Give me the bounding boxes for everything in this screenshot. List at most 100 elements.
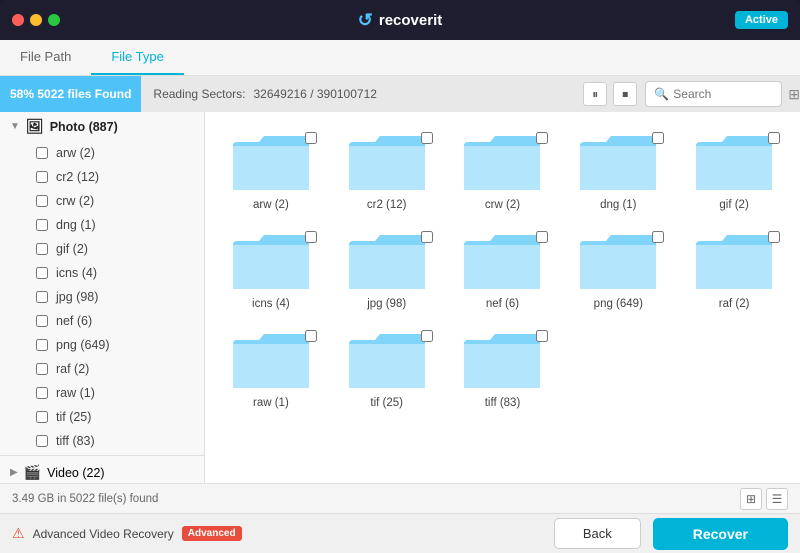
- progress-fill: 58% 5022 files Found: [0, 76, 141, 112]
- tab-file-type[interactable]: File Type: [91, 40, 184, 75]
- folder-item[interactable]: raw (1): [221, 326, 321, 409]
- folder-item[interactable]: png (649): [568, 227, 668, 310]
- status-info: 3.49 GB in 5022 file(s) found: [12, 493, 158, 505]
- progress-bar: 58% 5022 files Found Reading Sectors: 32…: [0, 76, 800, 112]
- sidebar-item-raw[interactable]: raw (1): [0, 381, 204, 405]
- arw-label: arw (2): [56, 146, 95, 160]
- folder-checkbox[interactable]: [768, 132, 780, 144]
- grid-view-button[interactable]: ⊞: [740, 488, 762, 510]
- folder-item[interactable]: tiff (83): [453, 326, 553, 409]
- sidebar-category-video[interactable]: ▶ 🎬 Video (22): [0, 458, 204, 483]
- raf-checkbox[interactable]: [36, 363, 48, 375]
- folder-name: arw (2): [253, 199, 289, 211]
- folder-name: nef (6): [486, 298, 519, 310]
- sidebar-item-dng[interactable]: dng (1): [0, 213, 204, 237]
- title-bar: ↺ recoverit Active: [0, 0, 800, 40]
- tif-checkbox[interactable]: [36, 411, 48, 423]
- sidebar-item-png[interactable]: png (649): [0, 333, 204, 357]
- folder-checkbox[interactable]: [421, 330, 433, 342]
- folder-item[interactable]: jpg (98): [337, 227, 437, 310]
- folder-icon: [347, 128, 427, 193]
- arw-checkbox[interactable]: [36, 147, 48, 159]
- folder-checkbox[interactable]: [652, 132, 664, 144]
- folder-checkbox[interactable]: [305, 231, 317, 243]
- png-checkbox[interactable]: [36, 339, 48, 351]
- folder-checkbox[interactable]: [421, 231, 433, 243]
- filter-icon[interactable]: ⊞: [788, 86, 800, 103]
- folder-icon: [578, 128, 658, 193]
- icns-checkbox[interactable]: [36, 267, 48, 279]
- folder-item[interactable]: icns (4): [221, 227, 321, 310]
- nef-checkbox[interactable]: [36, 315, 48, 327]
- search-input[interactable]: [673, 87, 773, 101]
- folder-icon: [231, 227, 311, 292]
- folder-name: icns (4): [252, 298, 290, 310]
- icns-label: icns (4): [56, 266, 97, 280]
- cr2-checkbox[interactable]: [36, 171, 48, 183]
- folder-item[interactable]: arw (2): [221, 128, 321, 211]
- gif-checkbox[interactable]: [36, 243, 48, 255]
- divider: [0, 455, 204, 456]
- raw-label: raw (1): [56, 386, 95, 400]
- folder-icon: [462, 227, 542, 292]
- search-icon: 🔍: [654, 87, 669, 101]
- recover-button[interactable]: Recover: [653, 518, 788, 550]
- tab-file-path[interactable]: File Path: [0, 40, 91, 75]
- folder-name: cr2 (12): [367, 199, 407, 211]
- sidebar-category-photo[interactable]: ▼ 🖼 Photo (887): [0, 112, 204, 141]
- status-bar: 3.49 GB in 5022 file(s) found ⊞ ☰: [0, 483, 800, 513]
- gif-label: gif (2): [56, 242, 88, 256]
- folder-checkbox[interactable]: [305, 330, 317, 342]
- list-view-button[interactable]: ☰: [766, 488, 788, 510]
- folder-name: raw (1): [253, 397, 289, 409]
- sidebar-item-icns[interactable]: icns (4): [0, 261, 204, 285]
- folder-item[interactable]: dng (1): [568, 128, 668, 211]
- folder-checkbox[interactable]: [652, 231, 664, 243]
- jpg-label: jpg (98): [56, 290, 98, 304]
- folder-icon: [462, 128, 542, 193]
- crw-checkbox[interactable]: [36, 195, 48, 207]
- sidebar-item-jpg[interactable]: jpg (98): [0, 285, 204, 309]
- back-button[interactable]: Back: [554, 518, 641, 549]
- active-badge: Active: [735, 11, 788, 29]
- sidebar-item-raf[interactable]: raf (2): [0, 357, 204, 381]
- close-button[interactable]: [12, 14, 24, 26]
- raw-checkbox[interactable]: [36, 387, 48, 399]
- dng-checkbox[interactable]: [36, 219, 48, 231]
- folder-checkbox[interactable]: [305, 132, 317, 144]
- sidebar-item-gif[interactable]: gif (2): [0, 237, 204, 261]
- jpg-checkbox[interactable]: [36, 291, 48, 303]
- raf-label: raf (2): [56, 362, 89, 376]
- folder-item[interactable]: tif (25): [337, 326, 437, 409]
- folder-item[interactable]: cr2 (12): [337, 128, 437, 211]
- folder-item[interactable]: gif (2): [684, 128, 784, 211]
- folder-checkbox[interactable]: [536, 132, 548, 144]
- folder-checkbox[interactable]: [536, 330, 548, 342]
- folder-checkbox[interactable]: [768, 231, 780, 243]
- folder-checkbox[interactable]: [421, 132, 433, 144]
- pause-button[interactable]: ⏸: [583, 82, 607, 106]
- folder-item[interactable]: raf (2): [684, 227, 784, 310]
- action-bar: ⚠ Advanced Video Recovery Advanced Back …: [0, 513, 800, 553]
- folder-icon: [347, 326, 427, 391]
- tiff-checkbox[interactable]: [36, 435, 48, 447]
- png-label: png (649): [56, 338, 110, 352]
- folder-item[interactable]: nef (6): [453, 227, 553, 310]
- sidebar-item-crw[interactable]: crw (2): [0, 189, 204, 213]
- folder-checkbox[interactable]: [536, 231, 548, 243]
- progress-reading: Reading Sectors: 32649216 / 390100712: [141, 87, 575, 101]
- folder-item[interactable]: crw (2): [453, 128, 553, 211]
- sidebar-item-tiff[interactable]: tiff (83): [0, 429, 204, 453]
- sidebar-item-cr2[interactable]: cr2 (12): [0, 165, 204, 189]
- stop-button[interactable]: ⏹: [613, 82, 637, 106]
- folder-name: crw (2): [485, 199, 520, 211]
- files-found: 5022 files Found: [37, 87, 131, 101]
- app-logo: ↺ recoverit: [358, 10, 442, 31]
- sidebar-item-tif[interactable]: tif (25): [0, 405, 204, 429]
- minimize-button[interactable]: [30, 14, 42, 26]
- sidebar-item-nef[interactable]: nef (6): [0, 309, 204, 333]
- sidebar-item-arw[interactable]: arw (2): [0, 141, 204, 165]
- tab-bar: File Path File Type: [0, 40, 800, 76]
- maximize-button[interactable]: [48, 14, 60, 26]
- folder-icon: [347, 227, 427, 292]
